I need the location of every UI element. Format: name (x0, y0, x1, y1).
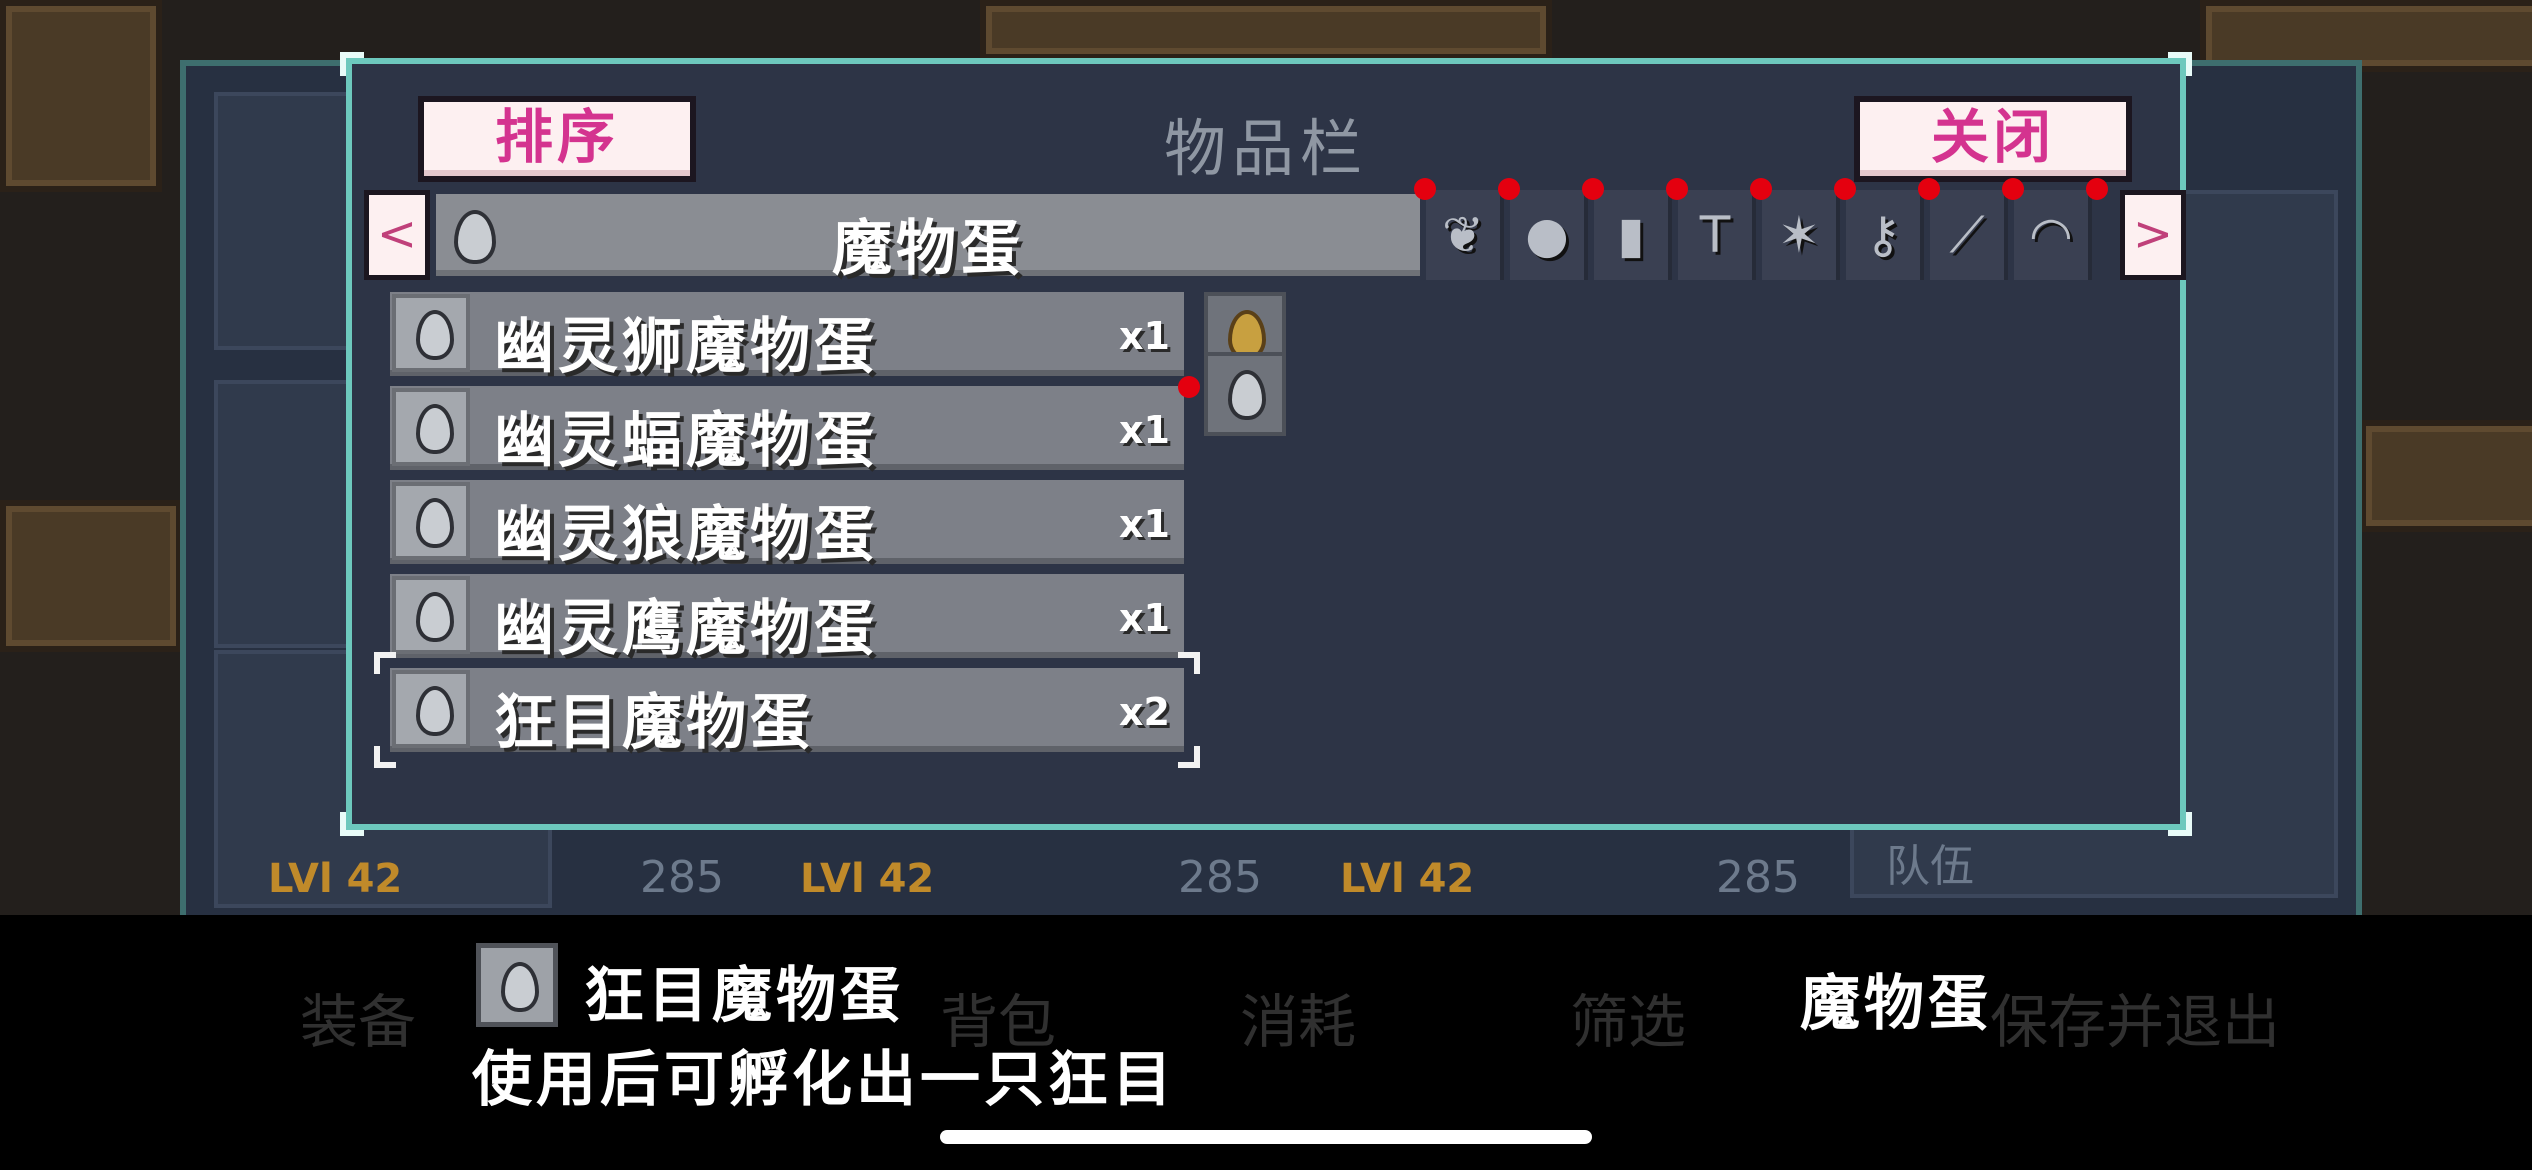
egg-icon (416, 310, 454, 360)
menu-ghost-filter: 筛选 (1570, 988, 1687, 1056)
notification-dot (2002, 178, 2024, 200)
item-name: 幽灵鹰魔物蛋 (494, 594, 878, 664)
category-tab[interactable]: ● (1510, 190, 1588, 280)
equip-slot[interactable] (1204, 352, 1286, 436)
stat-value: 285 (1716, 852, 1800, 903)
egg-icon (416, 686, 454, 736)
item-row[interactable]: 幽灵狮魔物蛋 x1 (390, 292, 1184, 382)
category-tab[interactable]: T (1678, 190, 1756, 280)
egg-icon (416, 498, 454, 548)
level-label: LVl 42 (800, 856, 935, 902)
notification-dot (1414, 178, 1436, 200)
item-name: 幽灵狼魔物蛋 (494, 500, 878, 570)
close-button[interactable]: 关闭 (1854, 96, 2132, 182)
info-item-category: 魔物蛋 (1800, 969, 1992, 1039)
item-slot (392, 576, 470, 654)
notification-dot (1834, 178, 1856, 200)
current-category[interactable]: 魔物蛋 (436, 194, 1420, 284)
category-tab[interactable]: ❦ (1426, 190, 1504, 280)
egg-icon (416, 404, 454, 454)
item-quantity: x1 (1119, 502, 1170, 546)
brick-wall (980, 0, 1552, 60)
category-tab[interactable]: ⟋ (1930, 190, 2008, 280)
egg-icon (416, 592, 454, 642)
prev-category-button[interactable]: < (364, 190, 430, 280)
item-name: 幽灵狮魔物蛋 (494, 312, 878, 382)
stat-value: 285 (640, 852, 724, 903)
level-label: LVl 42 (1340, 856, 1475, 902)
selection-corner (374, 746, 396, 768)
notification-dot (1498, 178, 1520, 200)
frame-corner (340, 52, 364, 76)
brick-wall (0, 0, 162, 192)
item-name: 狂目魔物蛋 (494, 688, 814, 758)
frame-corner (2168, 812, 2192, 836)
menu-ghost-save-exit: 保存并退出 (1990, 988, 2281, 1056)
info-item-slot (476, 943, 558, 1027)
feather-icon: ❦ (1442, 206, 1484, 264)
egg-icon (1228, 370, 1266, 420)
menu-ghost-equip: 装备 (300, 988, 417, 1056)
sword-icon: ⟋ (1949, 206, 1985, 264)
brick-wall (0, 500, 182, 652)
item-row[interactable]: 幽灵蝠魔物蛋 x1 (390, 386, 1184, 476)
brick-wall (2360, 420, 2532, 532)
inventory-window: 排序 物品栏 关闭 < 魔物蛋 ❦ ● ▮ T ✶ ⚷ ⟋ ◠ > 幽灵狮魔物蛋 x1 幽灵蝠魔物… (340, 52, 2192, 836)
category-tab[interactable]: ✶ (1762, 190, 1840, 280)
level-label: LVl 42 (268, 856, 403, 902)
item-quantity: x2 (1119, 690, 1170, 734)
menu-ghost-consume: 消耗 (1240, 988, 1357, 1056)
home-indicator[interactable] (940, 1130, 1592, 1144)
item-row[interactable]: 幽灵狼魔物蛋 x1 (390, 480, 1184, 570)
item-quantity: x1 (1119, 314, 1170, 358)
selection-corner (1178, 746, 1200, 768)
item-slot (392, 670, 470, 748)
key-icon: ⚷ (1864, 206, 1902, 264)
egg-icon (501, 962, 539, 1012)
potion-icon: ▮ (1617, 206, 1645, 264)
hammer-icon: T (1699, 206, 1731, 264)
notification-dot (1178, 376, 1200, 398)
notification-dot (2086, 178, 2108, 200)
category-tab[interactable]: ⚷ (1846, 190, 1924, 280)
notification-dot (1918, 178, 1940, 200)
item-row[interactable]: 狂目魔物蛋 x2 (374, 652, 1200, 768)
selection-corner (1178, 652, 1200, 674)
sparkle-icon: ✶ (1778, 206, 1820, 264)
menu-ghost-bag: 背包 (940, 988, 1057, 1056)
selection-corner (374, 652, 396, 674)
current-category-label: 魔物蛋 (832, 214, 1024, 284)
team-label: 队伍 (1886, 841, 1974, 892)
next-category-button[interactable]: > (2120, 190, 2186, 280)
fruit-icon: ● (1525, 206, 1569, 264)
item-row[interactable]: 幽灵鹰魔物蛋 x1 (390, 574, 1184, 664)
item-quantity: x1 (1119, 408, 1170, 452)
item-name: 幽灵蝠魔物蛋 (494, 406, 878, 476)
notification-dot (1666, 178, 1688, 200)
frame-corner (2168, 52, 2192, 76)
notification-dot (1582, 178, 1604, 200)
frame-corner (340, 812, 364, 836)
item-slot (392, 388, 470, 466)
item-slot (392, 482, 470, 560)
notification-dot (1750, 178, 1772, 200)
category-bar: < 魔物蛋 ❦ ● ▮ T ✶ ⚷ ⟋ ◠ > (364, 178, 2186, 286)
item-slot (392, 294, 470, 372)
category-tabs: ❦ ● ▮ T ✶ ⚷ ⟋ ◠ (1414, 178, 2108, 280)
stat-value: 285 (1178, 852, 1262, 903)
info-item-name: 狂目魔物蛋 (584, 961, 904, 1031)
info-item-description: 使用后可孵化出一只狂目 (472, 1045, 1176, 1115)
helmet-icon: ◠ (2029, 206, 2073, 264)
category-tab[interactable]: ◠ (2014, 190, 2092, 280)
category-tab[interactable]: ▮ (1594, 190, 1672, 280)
item-quantity: x1 (1119, 596, 1170, 640)
